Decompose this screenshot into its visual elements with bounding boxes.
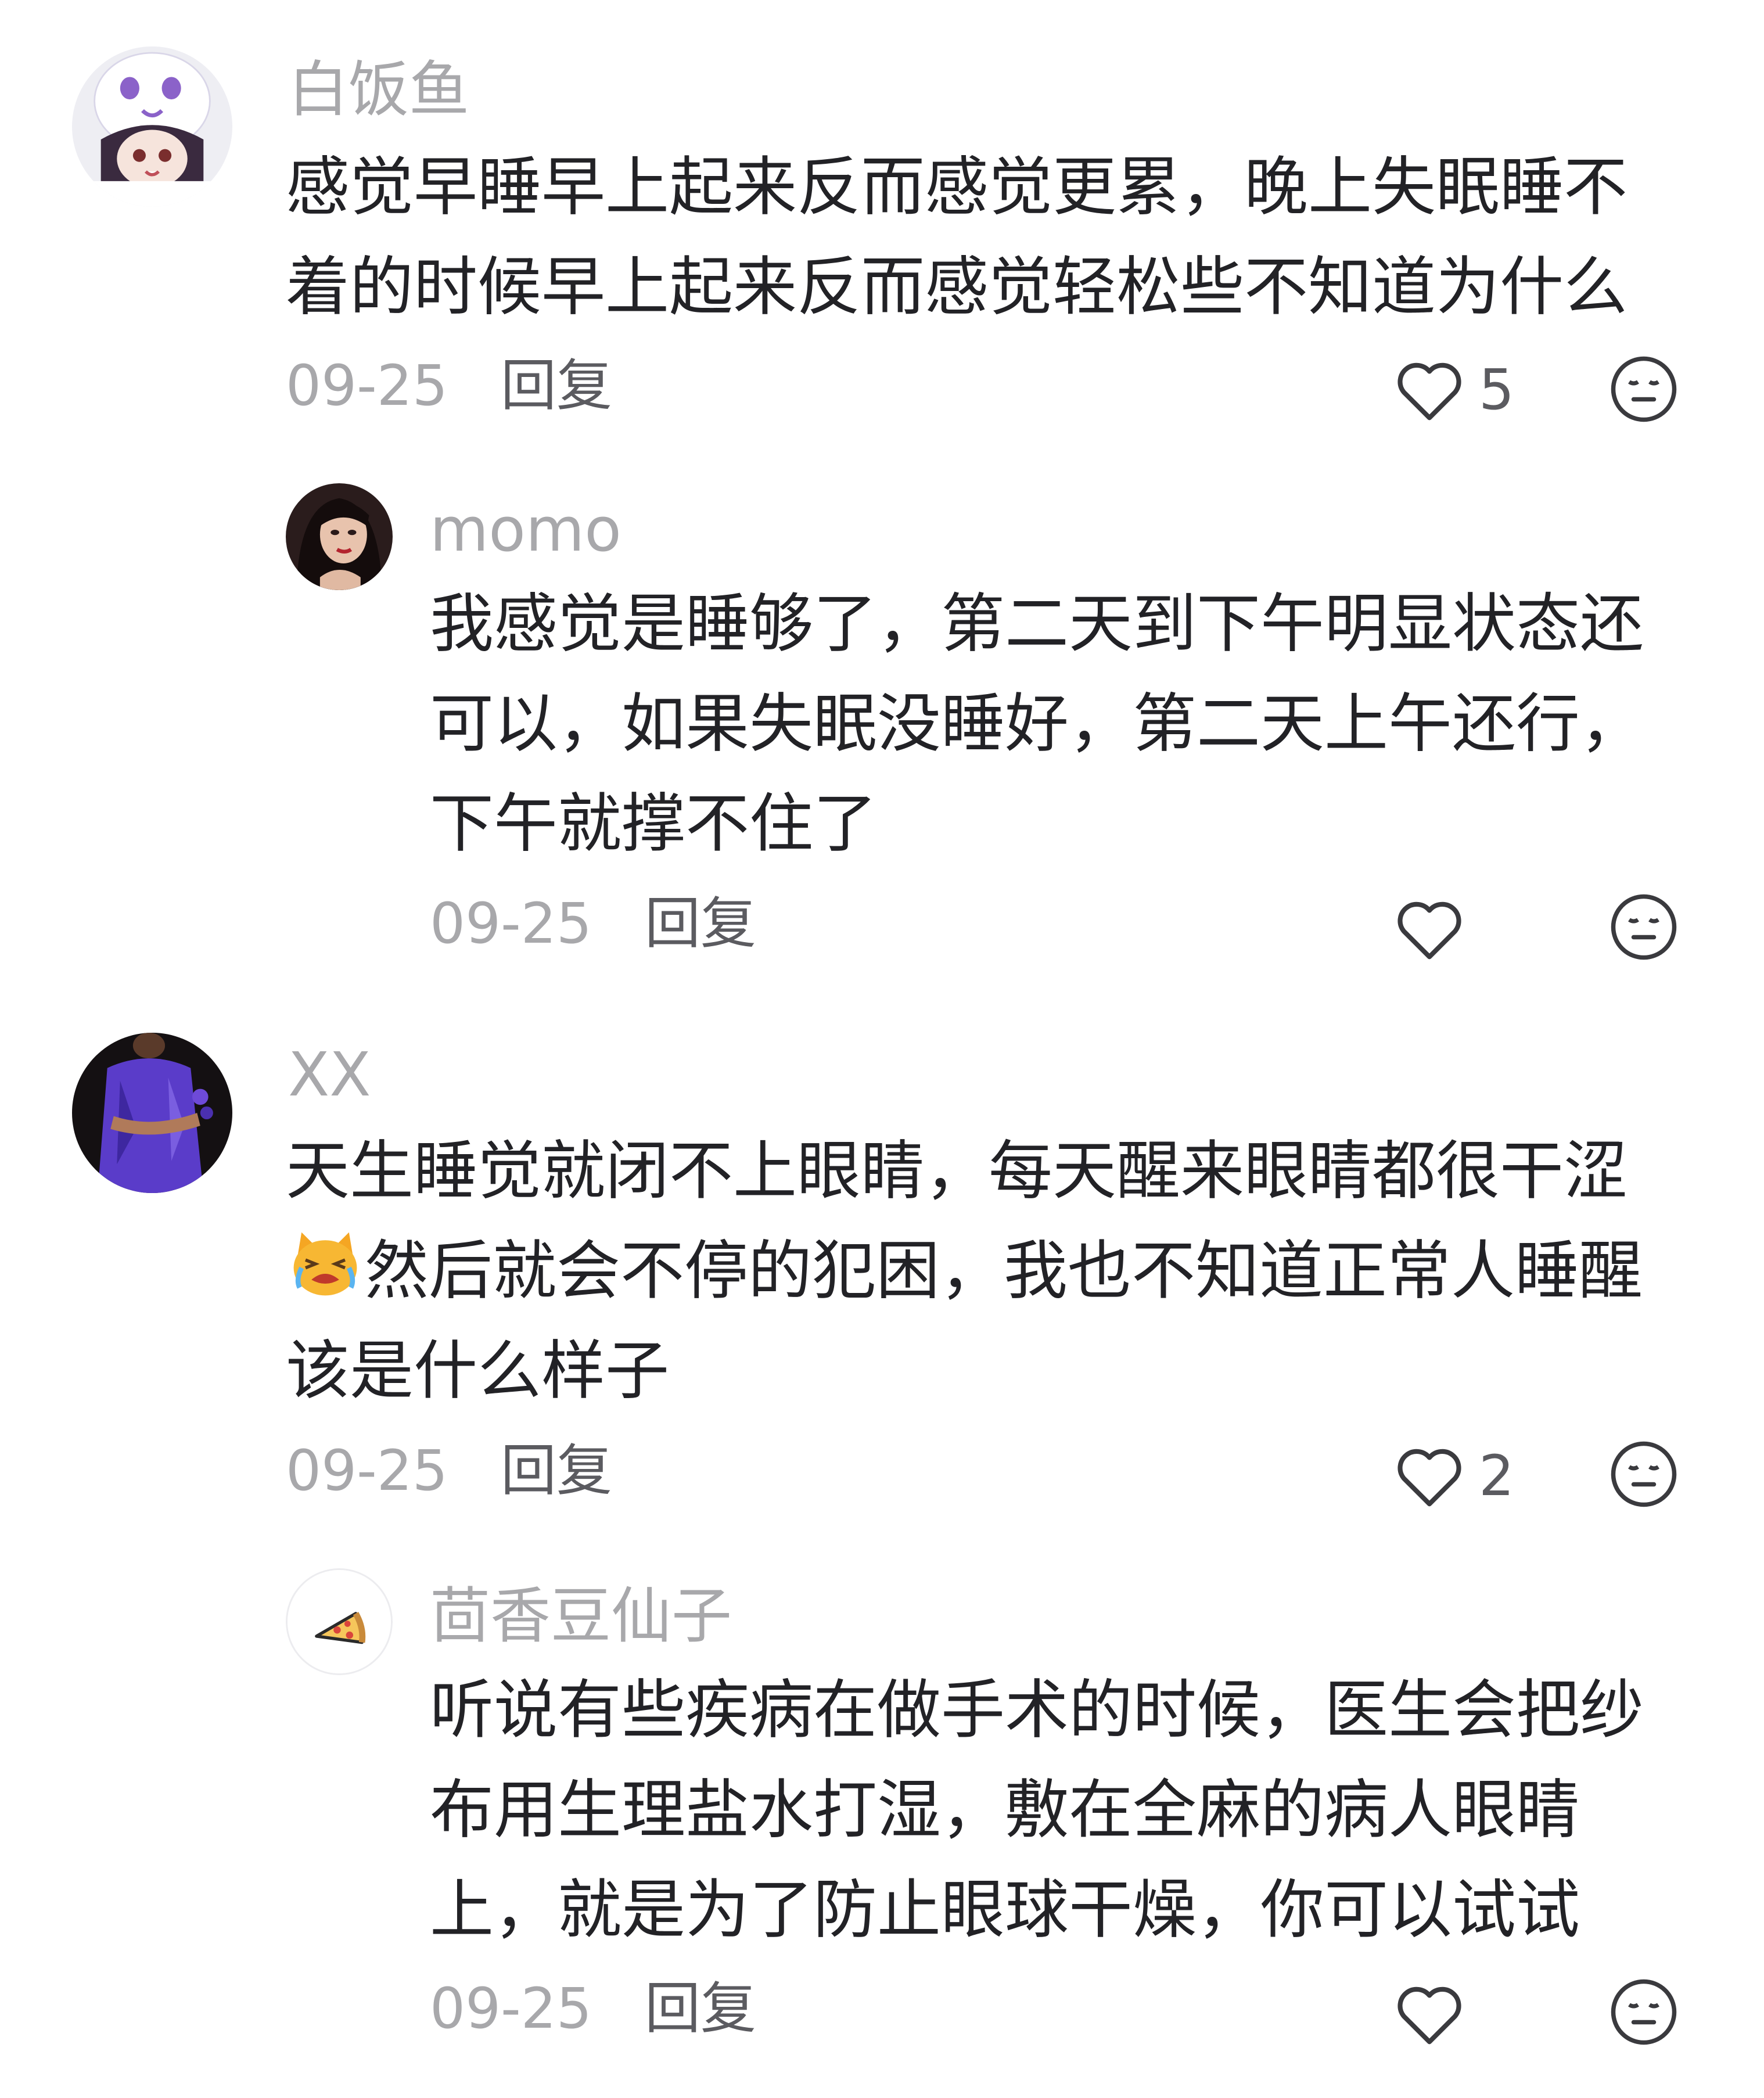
comment-date: 09-25 xyxy=(430,1976,592,2041)
portrait-avatar-icon xyxy=(286,483,393,590)
meh-face-icon xyxy=(1611,1979,1677,2045)
like-button[interactable]: 5 xyxy=(1394,352,1545,427)
comment-text-part: 然后就会不停的犯困，我也不知道正常人睡醒该是什么样子 xyxy=(286,1234,1643,1408)
heart-outline-icon xyxy=(1397,1449,1461,1507)
comment-text: 我感觉是睡够了，第二天到下午明显状态还可以，如果失眠没睡好，第二天上午还行，下午… xyxy=(430,587,1644,861)
username[interactable]: 茴香豆仙子 xyxy=(430,1581,732,1651)
comment-text-part: 天生睡觉就闭不上眼睛，每天醒来眼睛都很干涩 xyxy=(286,1134,1628,1208)
like-button[interactable] xyxy=(1394,1976,1545,2052)
avatar[interactable] xyxy=(72,1033,232,1193)
dislike-button[interactable] xyxy=(1609,1439,1679,1509)
comment-date: 09-25 xyxy=(286,1438,448,1503)
like-count: 5 xyxy=(1479,357,1515,422)
comment-text: 听说有些疾病在做手术的时候，医生会把纱布用生理盐水打湿，敷在全麻的病人眼睛上，就… xyxy=(430,1673,1644,1947)
dislike-button[interactable] xyxy=(1609,354,1679,424)
heart-outline-icon xyxy=(1397,901,1461,960)
username[interactable]: 白饭鱼 xyxy=(288,55,469,124)
avatar[interactable] xyxy=(286,1568,393,1675)
crying-cat-emoji xyxy=(286,1224,365,1303)
like-count: 2 xyxy=(1479,1443,1515,1508)
comment-date: 09-25 xyxy=(430,891,592,956)
reply-button[interactable]: 回复 xyxy=(645,1974,756,2043)
anime-avatar-icon xyxy=(72,46,232,207)
comment-text: 感觉早睡早上起来反而感觉更累，晚上失眠睡不着的时候早上起来反而感觉轻松些不知道为… xyxy=(286,150,1628,324)
username[interactable]: XX xyxy=(288,1040,371,1109)
heart-outline-icon xyxy=(1397,1986,1461,2045)
meh-face-icon xyxy=(1611,894,1677,960)
dislike-button[interactable] xyxy=(1609,892,1679,962)
like-button[interactable]: 2 xyxy=(1394,1438,1545,1514)
heart-outline-icon xyxy=(1397,362,1461,421)
like-button[interactable] xyxy=(1394,891,1545,967)
avatar[interactable] xyxy=(286,483,393,590)
meh-face-icon xyxy=(1611,356,1677,422)
username[interactable]: momo xyxy=(430,495,621,565)
comment-text: 天生睡觉就闭不上眼睛，每天醒来眼睛都很干涩 然后就会不停的犯困，我也不知道正常人… xyxy=(286,1121,1683,1421)
reply-button[interactable]: 回复 xyxy=(501,1436,612,1506)
reply-button[interactable]: 回复 xyxy=(645,889,756,958)
avatar[interactable] xyxy=(72,46,232,207)
meh-face-icon xyxy=(1611,1441,1677,1507)
pizza-avatar-icon xyxy=(288,1570,391,1673)
comment-date: 09-25 xyxy=(286,353,448,418)
purple-figure-avatar-icon xyxy=(72,1033,232,1193)
dislike-button[interactable] xyxy=(1609,1977,1679,2047)
reply-button[interactable]: 回复 xyxy=(501,351,612,421)
